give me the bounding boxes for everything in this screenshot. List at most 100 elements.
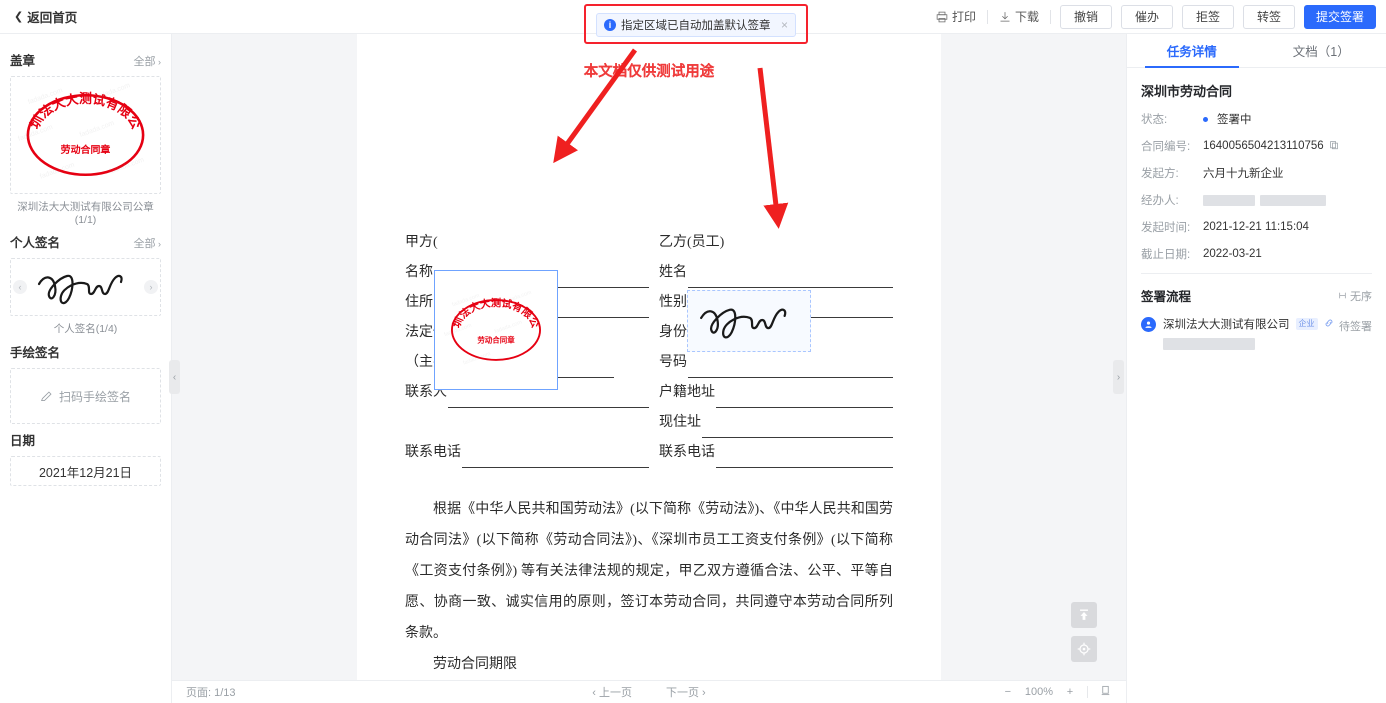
- svg-text:fadada.com: fadada.com: [109, 157, 146, 176]
- next-page-label: 下一页: [666, 687, 699, 699]
- masked-bar: [1203, 194, 1255, 206]
- company-seal-graphic: 深圳法大大测试有限公司 劳动合同章 fadada.com fadada.com …: [437, 276, 541, 367]
- download-icon: [1000, 11, 1010, 21]
- flow-participant-row[interactable]: 深圳法大大测试有限公司 企业 待签署: [1141, 316, 1372, 353]
- reject-sign-button[interactable]: 拒签: [1182, 4, 1234, 29]
- field-rule[interactable]: [448, 389, 649, 408]
- personal-signature-view-all-link[interactable]: 全部 ›: [134, 235, 162, 251]
- submit-sign-button[interactable]: 提交签署: [1304, 4, 1376, 29]
- parties-block: 甲方( 名称 住所 法定代表人: [357, 228, 941, 468]
- detail-row-status: 状态: 签署中: [1141, 111, 1372, 127]
- personal-signature-section-header: 个人签名 全部 ›: [10, 232, 161, 251]
- notification-highlight: i 指定区域已自动加盖默认签章 ×: [584, 4, 808, 44]
- party-b-field-registered-address: 户籍地址: [659, 378, 893, 408]
- flow-participant-status: 待签署: [1339, 321, 1372, 333]
- prev-page-button[interactable]: ‹ 上一页: [592, 684, 632, 700]
- field-rule[interactable]: [688, 359, 893, 378]
- copy-icon[interactable]: [1329, 140, 1339, 153]
- party-b-field-phone: 联系电话: [659, 438, 893, 468]
- detail-key: 发起时间:: [1141, 222, 1191, 234]
- detail-key: 发起方:: [1141, 168, 1179, 180]
- next-page-button[interactable]: 下一页 ›: [666, 684, 706, 700]
- toolbar-actions: 打印 下载 撤销 催办 拒签 转签 提交签署: [925, 4, 1386, 29]
- placed-company-seal[interactable]: 深圳法大大测试有限公司 劳动合同章 fadada.com fadada.com …: [434, 270, 558, 390]
- field-rule[interactable]: [716, 449, 893, 468]
- company-seal-thumbnail[interactable]: 深圳法大大测试有限公司 劳动合同章 fadada.com fadada.com …: [10, 76, 161, 194]
- signing-flow-header: 签署流程 无序: [1141, 286, 1372, 305]
- personal-signature-section-title: 个人签名: [10, 236, 61, 250]
- field-rule[interactable]: [716, 389, 893, 408]
- stamp-section-title: 盖章: [10, 54, 36, 68]
- contract-title: 深圳市劳动合同: [1141, 84, 1233, 99]
- link-icon[interactable]: [1324, 318, 1334, 331]
- pencil-icon: [41, 390, 52, 401]
- flow-participant-name: 深圳法大大测试有限公司: [1163, 319, 1290, 331]
- unordered-icon: [1339, 292, 1346, 299]
- print-label: 打印: [951, 10, 976, 24]
- locate-signature-button[interactable]: [1071, 636, 1097, 662]
- date-stamp-item[interactable]: 2021年12月21日: [10, 456, 161, 486]
- prev-page-label: 上一页: [599, 687, 632, 699]
- signature-prev-button[interactable]: ‹: [13, 280, 27, 294]
- close-icon[interactable]: ×: [781, 18, 788, 32]
- download-button[interactable]: 下载: [988, 8, 1050, 25]
- watermark-top: 本文档仅供测试用途: [583, 64, 715, 80]
- flow-participant-main: 深圳法大大测试有限公司 企业: [1163, 316, 1339, 353]
- signing-order-indicator: 无序: [1338, 288, 1372, 304]
- document-content: 甲方( 名称 住所 法定代表人: [357, 164, 941, 680]
- flow-participant-masked-sub: [1163, 338, 1339, 353]
- detail-row-operator: 经办人:: [1141, 192, 1372, 208]
- signature-next-button[interactable]: ›: [144, 280, 158, 294]
- right-panel-collapse-handle[interactable]: ›: [1113, 360, 1124, 394]
- party-b-field-current-address: 现住址: [659, 408, 893, 438]
- detail-key: 截止日期:: [1141, 249, 1191, 261]
- detail-key: 合同编号:: [1141, 141, 1191, 153]
- party-b-header: 乙方(员工): [659, 228, 893, 258]
- party-a-spacer: [405, 408, 649, 438]
- download-label: 下载: [1014, 10, 1039, 24]
- scroll-to-top-button[interactable]: [1071, 602, 1097, 628]
- link-glyph: [1325, 319, 1332, 326]
- document-viewer[interactable]: 本文档仅供测试用途 甲方( 名称 住所 联系人 联系电话 乙方(员工) 姓名 性…: [172, 34, 1126, 680]
- back-home-button[interactable]: ❮ 返回首页: [14, 7, 77, 26]
- tab-task-details[interactable]: 任务详情: [1127, 34, 1257, 68]
- revoke-button[interactable]: 撤销: [1060, 4, 1112, 29]
- field-label: 联系电话: [405, 445, 461, 460]
- detail-row-initiator: 发起方: 六月十九新企业: [1141, 165, 1372, 181]
- svg-text:劳动合同章: 劳动合同章: [477, 335, 515, 345]
- detail-row-created-time: 发起时间: 2021-12-21 11:15:04: [1141, 219, 1372, 235]
- toolbar-divider-2: [1050, 9, 1051, 24]
- placed-personal-signature[interactable]: [687, 290, 811, 352]
- svg-text:fadada.com: fadada.com: [494, 319, 523, 335]
- panel-divider: [1141, 273, 1372, 274]
- date-section-title: 日期: [10, 434, 36, 448]
- masked-bar: [1163, 338, 1255, 350]
- left-sidebar: 盖章 全部 › 深圳法大大测试有限公司 劳动合同章 fadada.com fad…: [0, 34, 172, 703]
- signing-app: ❮ 返回首页 打印 下载 撤销 催办 拒签 转签 提交签署 i 指定区域已自动加…: [0, 0, 1386, 703]
- transfer-sign-button[interactable]: 转签: [1243, 4, 1295, 29]
- detail-value: 1640056504213110756: [1203, 140, 1339, 153]
- copy-glyph: [1329, 140, 1338, 149]
- contract-paragraph: 根据《中华人民共和国劳动法》(以下简称《劳动法》)、《中华人民共和国劳动合同法》…: [405, 502, 893, 641]
- contract-number: 1640056504213110756: [1203, 140, 1324, 152]
- svg-text:fadada.com: fadada.com: [79, 120, 116, 139]
- left-panel-collapse-handle[interactable]: ‹: [169, 360, 180, 394]
- detail-value: 2021-12-21 11:15:04: [1203, 221, 1309, 233]
- field-rule[interactable]: [702, 419, 893, 438]
- field-rule[interactable]: [462, 449, 649, 468]
- party-a-header: 甲方(: [405, 228, 649, 258]
- handwriting-signature-graphic: [37, 274, 123, 305]
- handwritten-section-header: 手绘签名: [10, 342, 161, 361]
- stamp-view-all-label: 全部: [133, 56, 156, 68]
- urge-button[interactable]: 催办: [1121, 4, 1173, 29]
- field-rule[interactable]: [688, 269, 893, 288]
- scan-handwrite-button[interactable]: 扫码手绘签名: [10, 368, 161, 424]
- tab-documents[interactable]: 文档（1）: [1257, 34, 1386, 67]
- detail-value: 签署中: [1203, 111, 1252, 127]
- printer-icon: [936, 11, 948, 22]
- task-details-body: 深圳市劳动合同 状态: 签署中 合同编号: 164005650421311075…: [1127, 68, 1386, 353]
- enterprise-badge: 企业: [1295, 318, 1318, 330]
- personal-signature-thumbnail[interactable]: ‹ ›: [10, 258, 161, 316]
- stamp-view-all-link[interactable]: 全部 ›: [134, 53, 162, 69]
- print-button[interactable]: 打印: [925, 8, 987, 25]
